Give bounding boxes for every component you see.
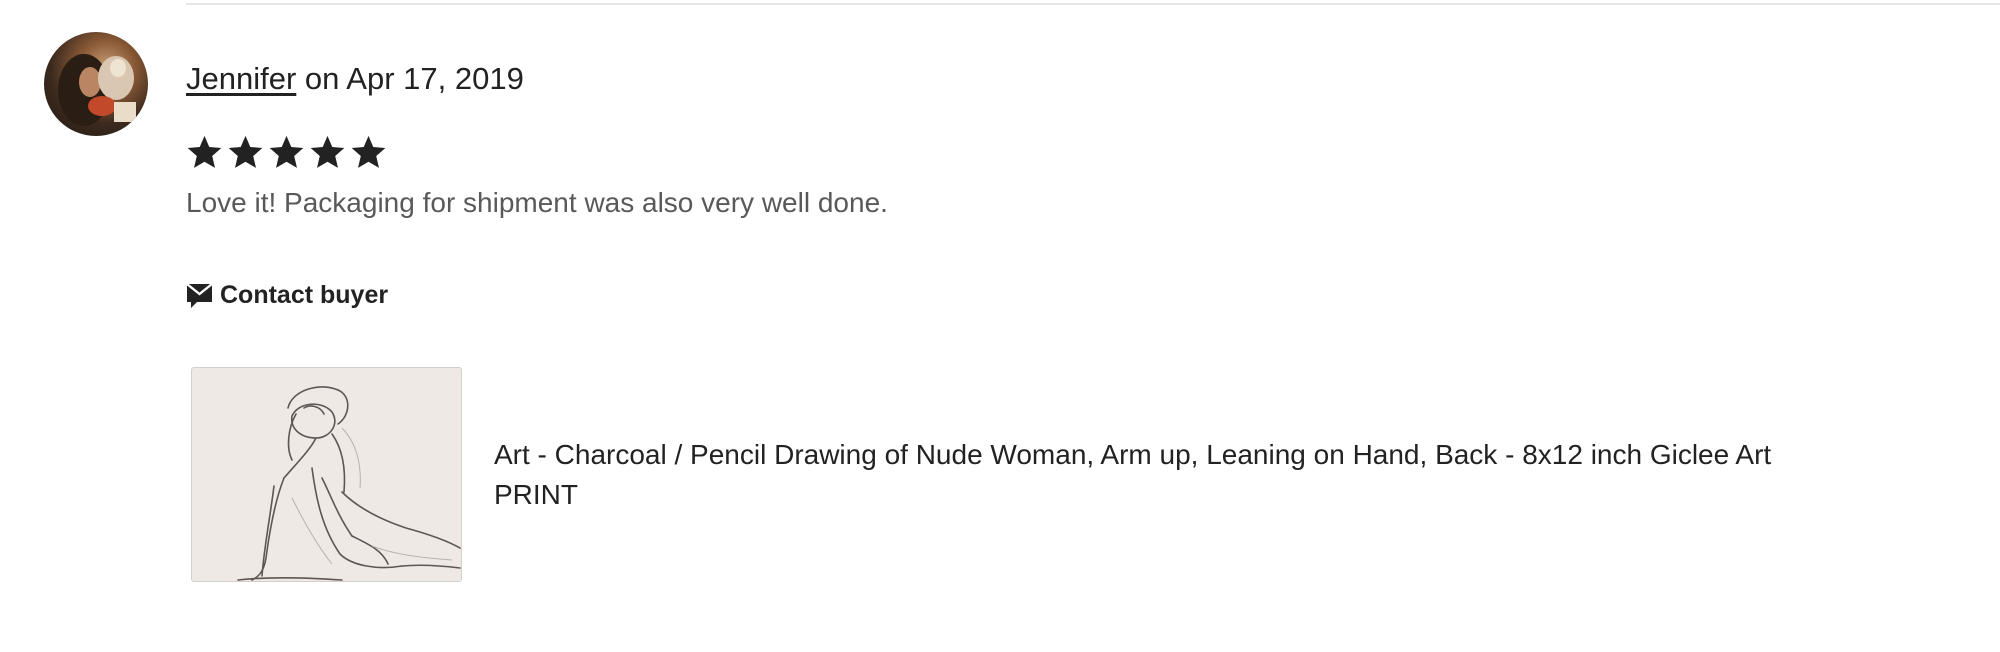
contact-buyer-button[interactable]: Contact buyer — [186, 281, 388, 310]
top-divider — [186, 3, 2000, 5]
star-icon — [228, 135, 263, 168]
review-header: Jennifer on Apr 17, 2019 — [186, 60, 524, 98]
star-icon — [187, 135, 222, 168]
review-date: on Apr 17, 2019 — [304, 61, 524, 96]
star-icon — [269, 135, 304, 168]
reviewer-name-link[interactable]: Jennifer — [186, 61, 296, 96]
star-icon — [310, 135, 345, 168]
avatar-image — [58, 54, 136, 126]
message-icon — [186, 282, 213, 308]
reviewer-avatar[interactable] — [44, 32, 148, 136]
listing-thumbnail[interactable] — [191, 367, 462, 582]
contact-buyer-label: Contact buyer — [220, 281, 389, 309]
listing-title-link[interactable]: Art - Charcoal / Pencil Drawing of Nude … — [494, 435, 1854, 515]
star-icon — [351, 135, 386, 168]
review-card: Jennifer on Apr 17, 2019 Love it! Packag… — [0, 0, 2000, 652]
star-rating — [186, 134, 387, 171]
listing-image — [237, 386, 461, 581]
review-text: Love it! Packaging for shipment was also… — [186, 187, 888, 218]
